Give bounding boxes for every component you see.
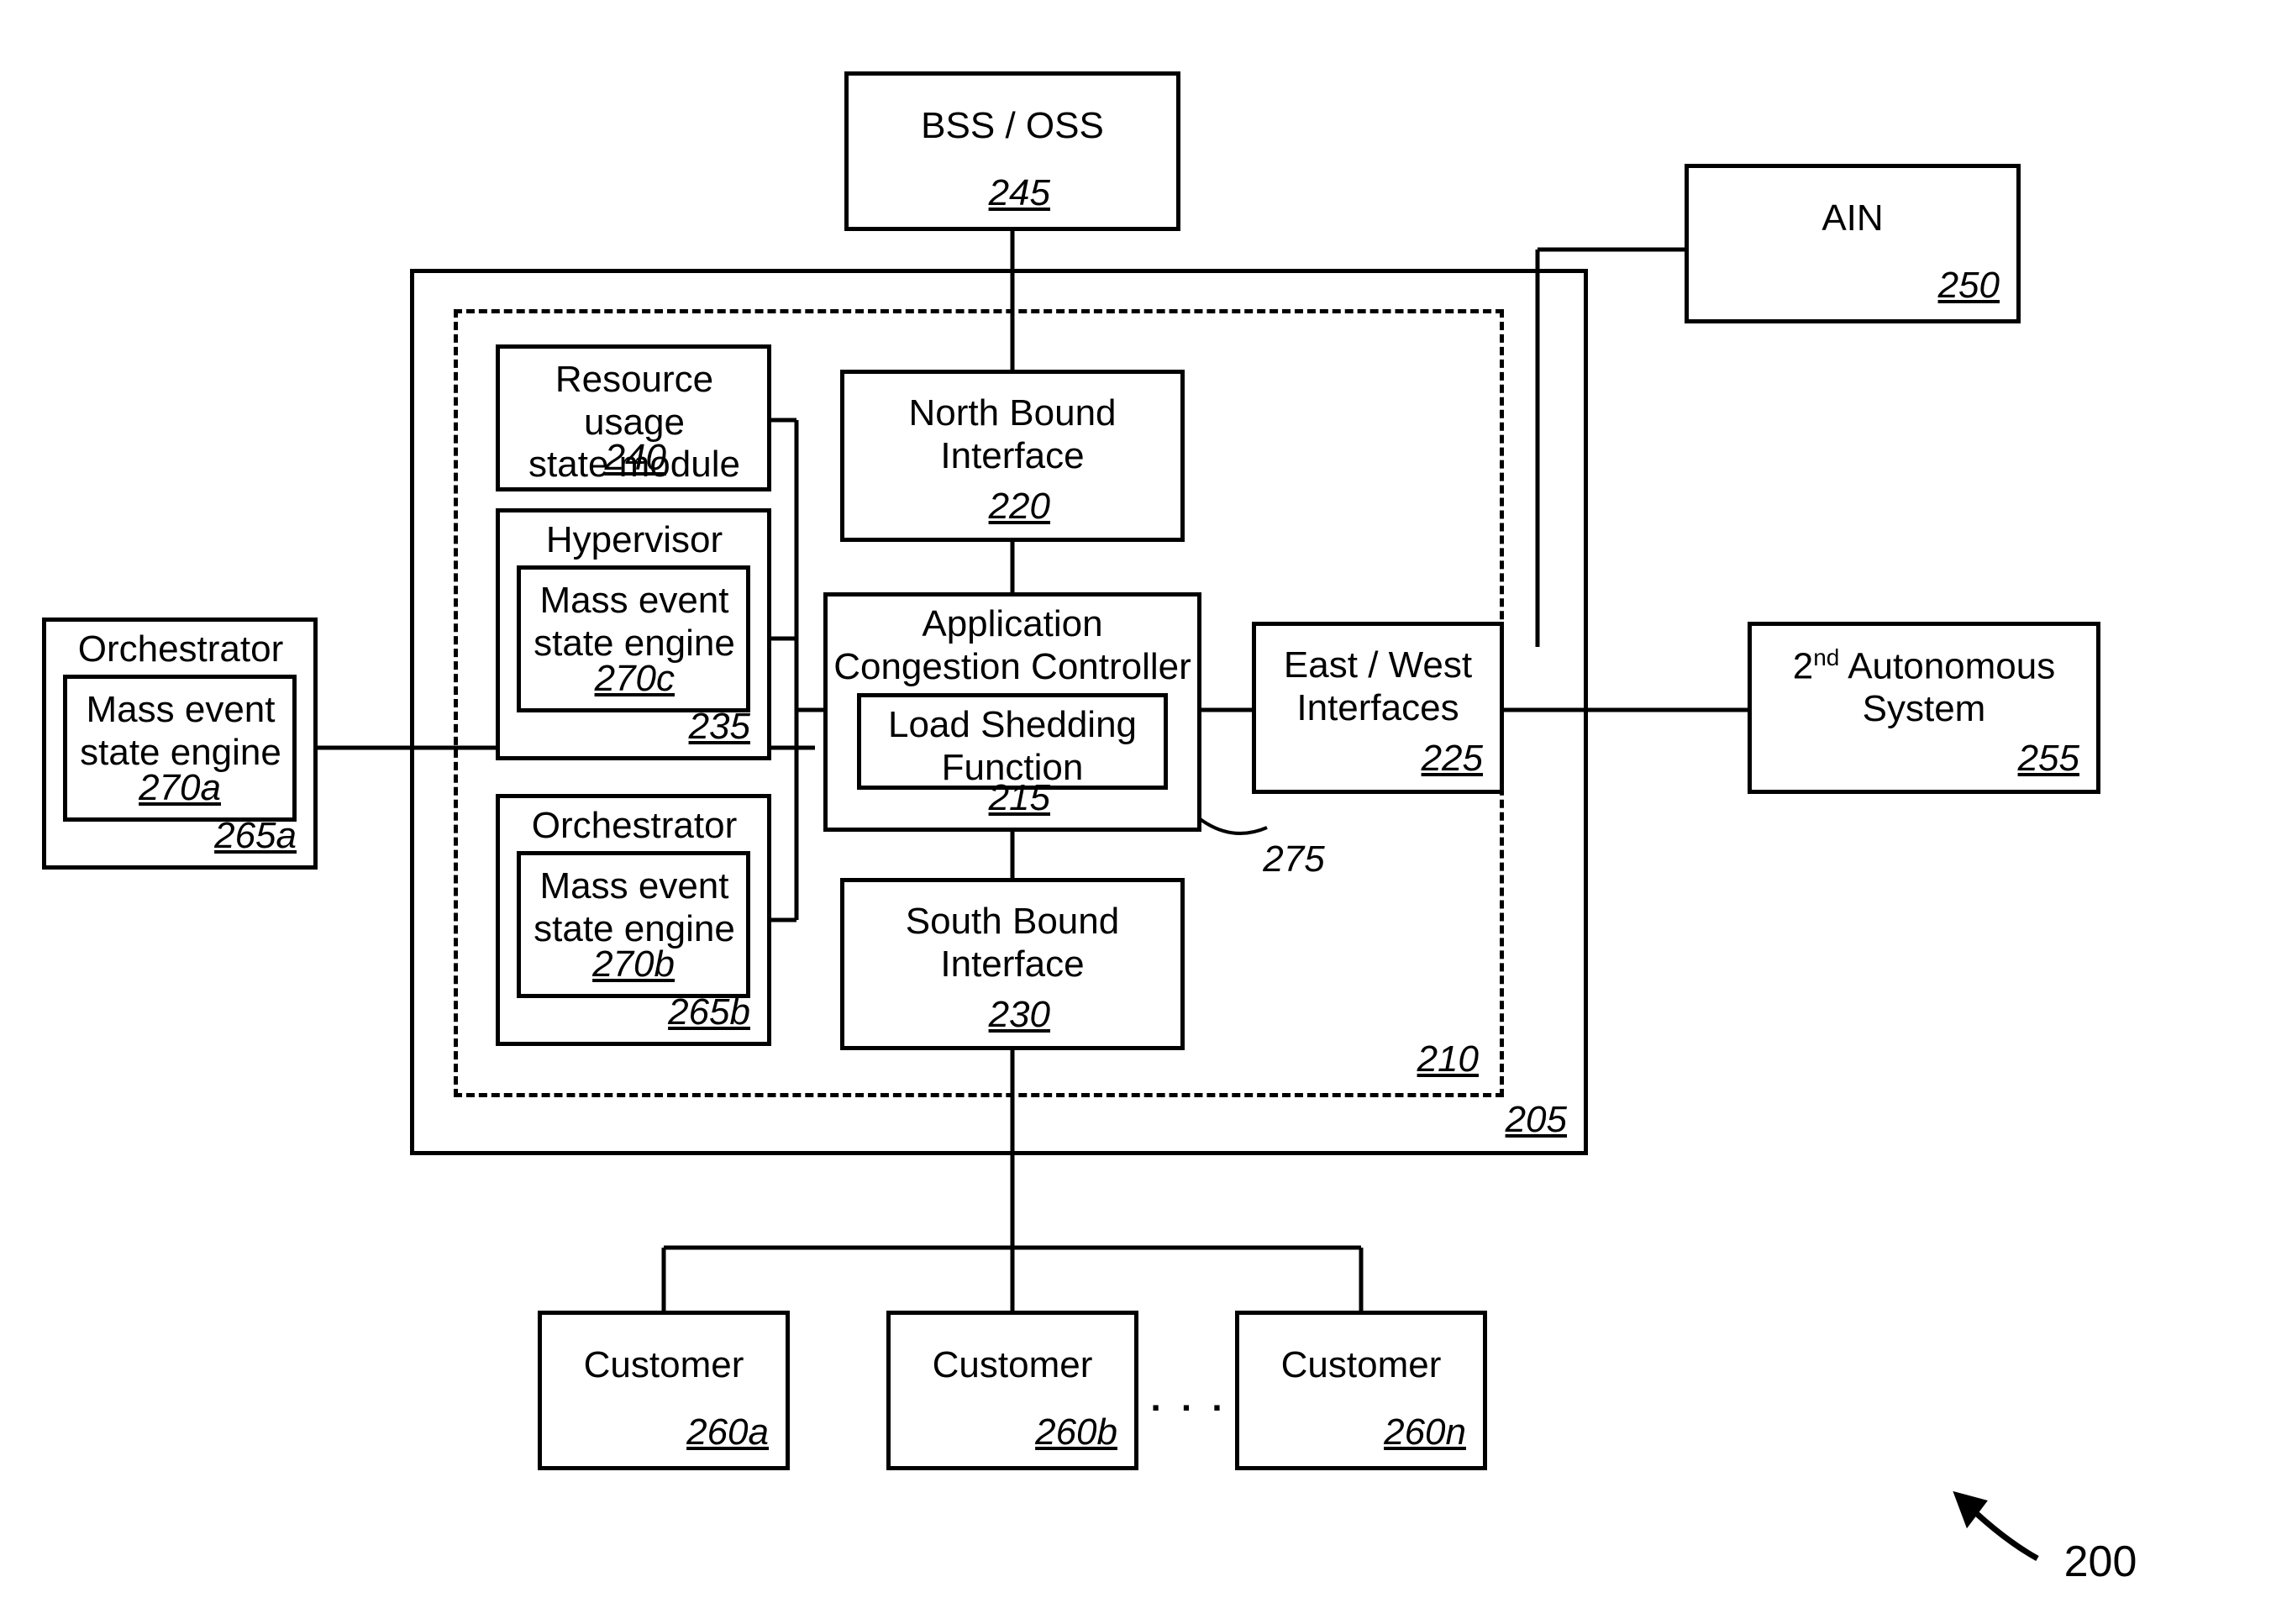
second-as-box: 2nd Autonomous System 255	[1748, 622, 2100, 794]
inner-dashed-ref: 210	[1417, 1038, 1479, 1080]
ain-label: AIN	[1689, 197, 2016, 240]
north-bound-ref: 220	[989, 486, 1050, 528]
east-west-ref: 225	[1422, 738, 1483, 780]
bss-oss-box: BSS / OSS 245	[844, 71, 1180, 231]
orchestrator-ext-engine-box: Mass event state engine 270a	[63, 675, 297, 822]
customer-b-box: Customer 260b	[886, 1311, 1138, 1470]
hypervisor-engine-label: Mass event state engine	[521, 580, 748, 665]
customer-ellipsis: . . .	[1147, 1378, 1231, 1421]
resource-usage-box: Resource usage state module 240	[496, 344, 771, 491]
south-bound-ref: 230	[989, 994, 1050, 1036]
orchestrator-int-label: Orchestrator	[500, 805, 769, 848]
load-shed-label: Load Shedding Function	[861, 704, 1164, 789]
orchestrator-int-engine-box: Mass event state engine 270b	[517, 851, 750, 998]
orchestrator-ext-ref: 265a	[214, 815, 297, 857]
diagram-stage: BSS / OSS 245 AIN 250 205 210 Resource u…	[0, 0, 2292, 1624]
hypervisor-engine-ref: 270c	[595, 658, 675, 700]
outer-box-ref: 205	[1506, 1099, 1567, 1141]
ain-ref: 250	[1938, 265, 2000, 307]
south-bound-label: South Bound Interface	[844, 901, 1180, 985]
orchestrator-int-ref: 265b	[668, 991, 750, 1033]
hypervisor-box: Hypervisor Mass event state engine 270c …	[496, 508, 771, 760]
app-cc-ref: 215	[989, 777, 1050, 819]
north-bound-label: North Bound Interface	[844, 392, 1180, 477]
hypervisor-label: Hypervisor	[500, 519, 769, 562]
customer-n-box: Customer 260n	[1235, 1311, 1487, 1470]
customer-a-box: Customer 260a	[538, 1311, 790, 1470]
customer-n-label: Customer	[1239, 1344, 1483, 1387]
orchestrator-ext-label: Orchestrator	[46, 628, 315, 671]
second-as-label: 2nd Autonomous System	[1752, 644, 2096, 731]
orchestrator-ext-engine-ref: 270a	[139, 767, 221, 809]
resource-usage-ref: 240	[605, 437, 666, 479]
orchestrator-ext-engine-label: Mass event state engine	[67, 689, 294, 774]
orchestrator-ext-box: Orchestrator Mass event state engine 270…	[42, 618, 318, 870]
south-bound-box: South Bound Interface 230	[840, 878, 1185, 1050]
customer-b-ref: 260b	[1035, 1411, 1117, 1453]
customer-n-ref: 260n	[1384, 1411, 1466, 1453]
second-as-ref: 255	[2018, 738, 2079, 780]
ain-box: AIN 250	[1685, 164, 2021, 323]
customer-a-label: Customer	[542, 1344, 786, 1387]
hypervisor-ref: 235	[689, 706, 750, 748]
orchestrator-int-box: Orchestrator Mass event state engine 270…	[496, 794, 771, 1046]
app-cc-label: Application Congestion Controller	[828, 603, 1197, 688]
app-cc-box: Application Congestion Controller Load S…	[823, 592, 1201, 832]
orchestrator-int-engine-ref: 270b	[592, 943, 675, 985]
figure-number: 200	[2050, 1537, 2151, 1588]
bss-oss-ref: 245	[989, 172, 1050, 214]
east-west-box: East / West Interfaces 225	[1252, 622, 1504, 794]
bss-oss-label: BSS / OSS	[849, 105, 1176, 148]
orchestrator-int-engine-label: Mass event state engine	[521, 865, 748, 950]
load-shed-ref: 275	[1243, 838, 1344, 881]
north-bound-box: North Bound Interface 220	[840, 370, 1185, 542]
load-shed-box: Load Shedding Function	[857, 693, 1168, 790]
customer-a-ref: 260a	[686, 1411, 769, 1453]
east-west-label: East / West Interfaces	[1256, 644, 1500, 729]
customer-b-label: Customer	[891, 1344, 1134, 1387]
hypervisor-engine-box: Mass event state engine 270c	[517, 565, 750, 712]
